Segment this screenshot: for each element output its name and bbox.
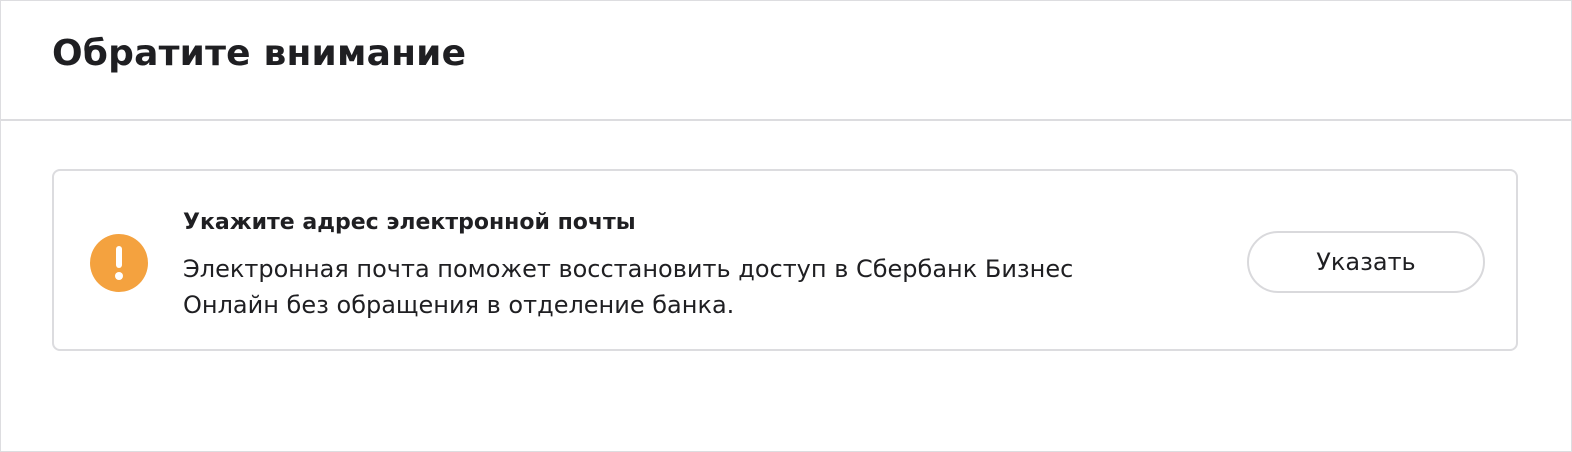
email-notice-card: Укажите адрес электронной почты Электрон… <box>52 169 1518 351</box>
attention-panel: Обратите внимание Укажите адрес электрон… <box>0 0 1572 452</box>
notice-title: Укажите адрес электронной почты <box>183 210 636 235</box>
notice-text-line: Электронная почта поможет восстановить д… <box>183 255 1074 283</box>
exclamation-circle-icon <box>90 234 148 292</box>
exclamation-bar <box>116 246 122 268</box>
panel-title: Обратите внимание <box>52 33 467 74</box>
notice-text: Электронная почта поможет восстановить д… <box>183 251 1123 323</box>
notice-text-line: Онлайн без обращения в отделение банка. <box>183 291 735 319</box>
panel-header: Обратите внимание <box>1 1 1571 121</box>
exclamation-dot <box>115 272 123 280</box>
specify-email-button[interactable]: Указать <box>1247 231 1485 293</box>
